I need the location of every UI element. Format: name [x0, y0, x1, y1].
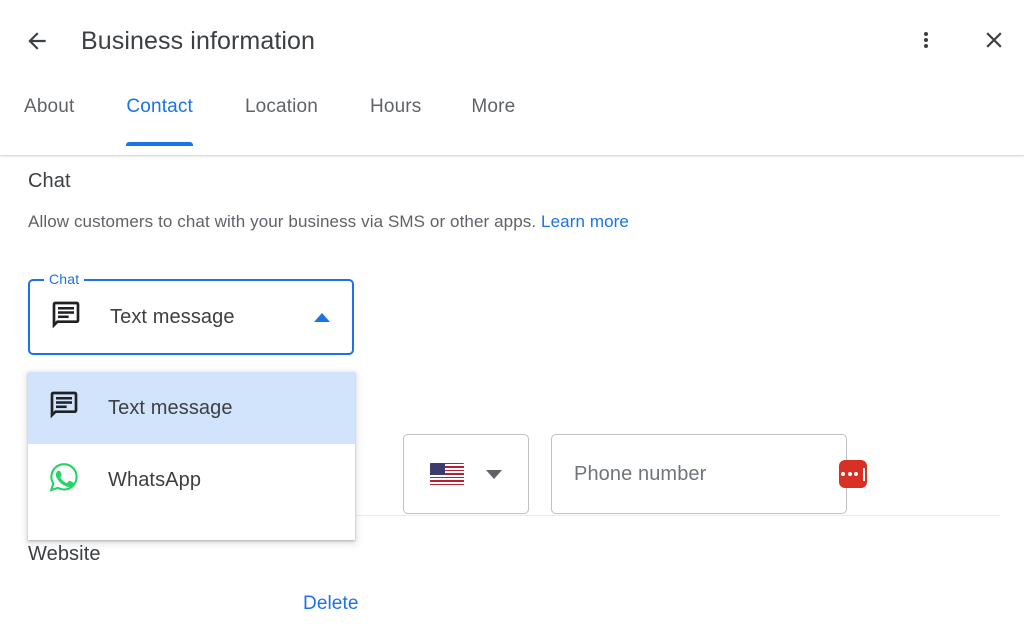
- close-icon[interactable]: [974, 20, 1014, 60]
- tab-hours[interactable]: Hours: [356, 92, 435, 150]
- tab-about[interactable]: About: [10, 92, 88, 150]
- tab-active-indicator: [126, 142, 193, 146]
- learn-more-link[interactable]: Learn more: [541, 212, 629, 231]
- tab-location[interactable]: Location: [231, 92, 332, 150]
- chat-description-text: Allow customers to chat with your busine…: [28, 212, 536, 231]
- header-actions: [906, 20, 1014, 60]
- chat-type-select-inner: Text message: [30, 281, 352, 353]
- caret-down-icon[interactable]: [486, 470, 502, 479]
- kebab-dot: [924, 44, 928, 48]
- tab-label: Contact: [126, 92, 193, 118]
- chat-section-title: Chat: [28, 170, 71, 193]
- dropdown-option-label: WhatsApp: [108, 469, 201, 492]
- chat-bubble-icon: [48, 389, 80, 427]
- tab-label: Hours: [370, 92, 421, 118]
- country-code-select[interactable]: [403, 434, 529, 514]
- page-title: Business information: [81, 24, 315, 58]
- dropdown-option-label: Text message: [108, 397, 233, 420]
- dropdown-option-text-message[interactable]: Text message: [28, 372, 355, 444]
- lastpass-bar: [863, 468, 866, 481]
- chat-type-select-value: Text message: [110, 306, 314, 329]
- tab-label: About: [24, 92, 74, 118]
- kebab-dot: [924, 38, 928, 42]
- lastpass-icon[interactable]: [839, 460, 867, 488]
- tab-bar: About Contact Location Hours More: [0, 92, 1024, 154]
- tab-label: More: [471, 92, 515, 118]
- chat-type-dropdown-menu: Text message WhatsApp: [28, 372, 355, 540]
- caret-up-icon[interactable]: [314, 313, 330, 322]
- whatsapp-icon: [48, 461, 80, 499]
- dialog-header: Business information About Contact: [0, 0, 1024, 155]
- chat-type-select[interactable]: Chat Text message: [28, 279, 354, 355]
- dropdown-option-whatsapp[interactable]: WhatsApp: [28, 444, 355, 516]
- tab-more[interactable]: More: [457, 92, 529, 150]
- lastpass-dot: [848, 472, 852, 476]
- lastpass-dot: [854, 472, 858, 476]
- header-bar: Business information: [0, 0, 1024, 80]
- website-section-title: Website: [28, 543, 101, 566]
- chat-bubble-icon: [50, 299, 82, 336]
- lastpass-dot: [841, 472, 845, 476]
- back-arrow-icon[interactable]: [18, 22, 56, 60]
- tab-contact[interactable]: Contact: [112, 92, 207, 150]
- more-vert-icon[interactable]: [906, 20, 946, 60]
- phone-number-input[interactable]: [574, 463, 839, 486]
- chat-section-description: Allow customers to chat with your busine…: [28, 212, 629, 232]
- kebab-dot: [924, 32, 928, 36]
- delete-link[interactable]: Delete: [303, 593, 359, 615]
- us-flag-icon: [430, 463, 464, 486]
- tab-label: Location: [245, 92, 318, 118]
- phone-number-field[interactable]: [551, 434, 847, 514]
